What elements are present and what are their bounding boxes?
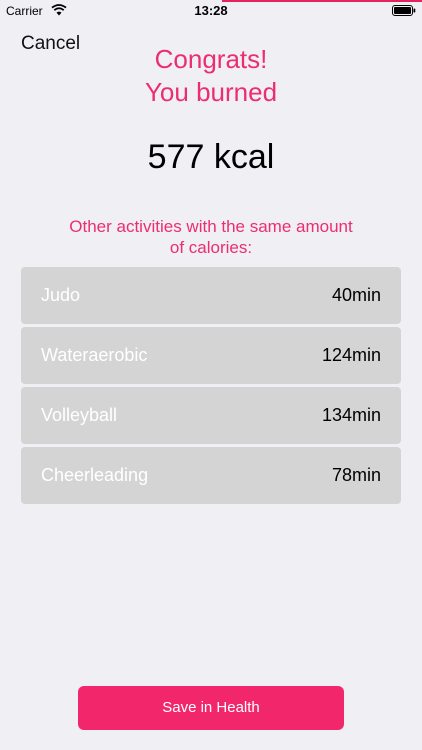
activity-duration: 124min: [321, 345, 381, 365]
activity-row-cheerleading[interactable]: Cheerleading 78min: [21, 447, 401, 504]
status-bar: Carrier 13:28: [0, 0, 422, 20]
activity-name: Wateraerobic: [41, 345, 148, 365]
activity-name: Cheerleading: [41, 465, 149, 485]
activity-list: Judo 40min Wateraerobic 124min Volleybal…: [21, 267, 401, 507]
activity-name: Volleyball: [41, 405, 118, 425]
activity-duration: 134min: [321, 405, 381, 425]
activity-duration: 78min: [331, 465, 381, 485]
battery-icon: [392, 5, 416, 16]
status-time: 13:28: [194, 3, 228, 18]
calories-burned-value: 577 kcal: [147, 138, 275, 176]
activity-row-volleyball[interactable]: Volleyball 134min: [21, 387, 401, 444]
save-in-health-button[interactable]: Save in Health: [78, 686, 344, 730]
headline-line-1: Congrats!: [154, 44, 268, 74]
congrats-headline: Congrats! You burned: [0, 43, 422, 109]
headline-line-2: You burned: [144, 77, 278, 107]
equivalent-activities-subtitle: Other activities with the same amount of…: [69, 217, 353, 257]
activity-row-wateraerobic[interactable]: Wateraerobic 124min: [21, 327, 401, 384]
activity-name: Judo: [41, 285, 81, 305]
activity-duration: 40min: [331, 285, 381, 305]
activity-row-judo[interactable]: Judo 40min: [21, 267, 401, 324]
